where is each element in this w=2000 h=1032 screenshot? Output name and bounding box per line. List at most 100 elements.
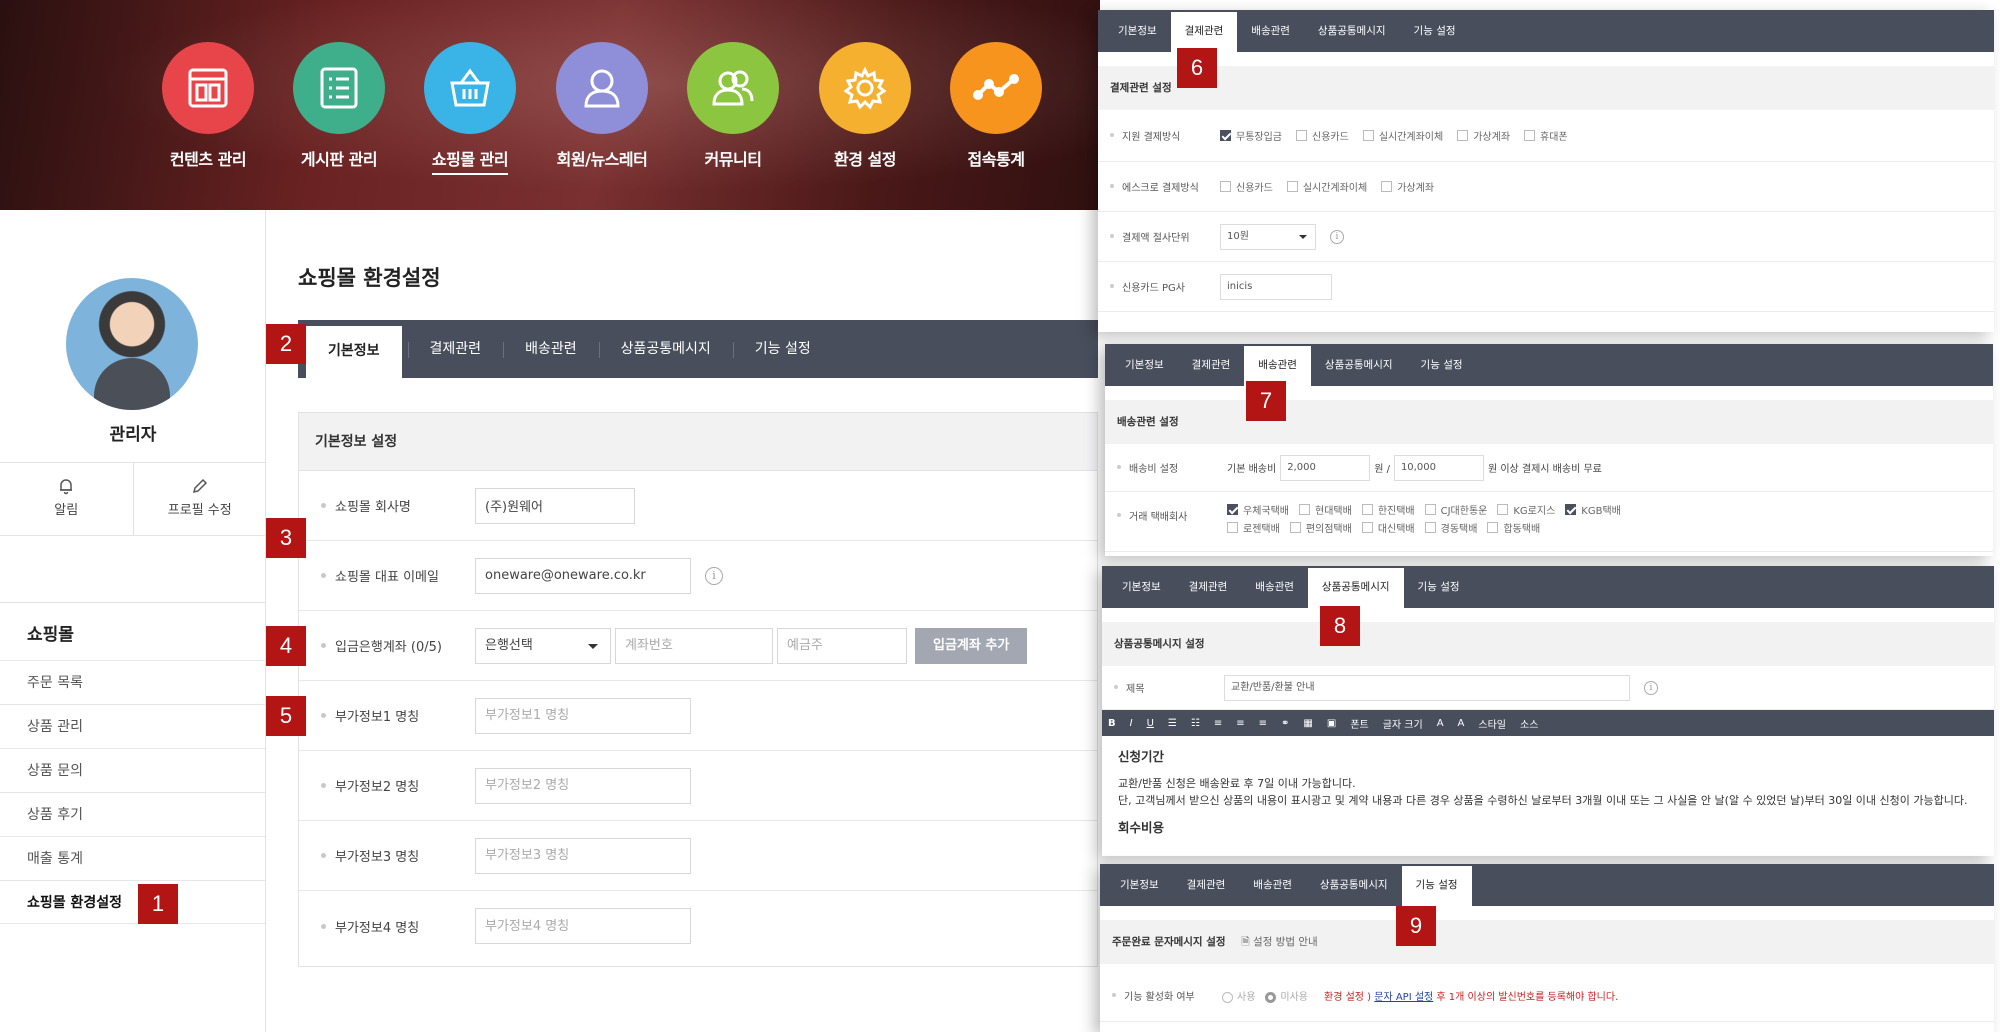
tab-shipping[interactable]: 배송관련 — [1241, 566, 1308, 608]
checkbox[interactable]: 실시간계좌이체 — [1362, 128, 1443, 143]
sidebar-item-reviews[interactable]: 상품 후기 — [0, 792, 266, 836]
align-left-icon[interactable]: ≡ — [1214, 718, 1222, 729]
extra-info-input[interactable] — [475, 837, 691, 874]
email-input[interactable] — [475, 557, 691, 594]
checkbox[interactable]: CJ대한통운 — [1424, 502, 1487, 517]
ordered-list-icon[interactable]: ☰ — [1168, 718, 1177, 729]
bg-color-button[interactable]: A — [1458, 718, 1465, 729]
tab-shipping[interactable]: 배송관련 — [503, 320, 599, 378]
tab-basic-info[interactable]: 기본정보 — [1104, 10, 1171, 52]
guide-link[interactable]: 🗎 설정 방법 안내 — [1241, 936, 1317, 948]
checkbox[interactable]: 휴대폰 — [1524, 128, 1568, 143]
tab-shipping[interactable]: 배송관련 — [1244, 346, 1311, 386]
add-account-button[interactable]: 입금계좌 추가 — [915, 627, 1028, 664]
tab-payment[interactable]: 결제관련 — [1178, 344, 1245, 386]
link-icon[interactable]: ⚭ — [1281, 718, 1289, 729]
tab-features[interactable]: 기능 설정 — [1401, 866, 1472, 906]
tab-basic-info[interactable]: 기본정보 — [306, 326, 402, 378]
tab-common-message[interactable]: 상품공통메시지 — [1304, 10, 1400, 52]
sidebar-item-inquiries[interactable]: 상품 문의 — [0, 748, 266, 792]
sidebar-item-orders[interactable]: 주문 목록 — [0, 660, 266, 704]
table-icon[interactable]: ▦ — [1303, 718, 1312, 729]
editor-body[interactable]: 신청기간 교환/반품 신청은 배송완료 후 7일 이내 가능합니다. 단, 고객… — [1102, 736, 1994, 856]
nav-contents[interactable]: 컨텐츠 관리 — [143, 42, 273, 170]
radio-use[interactable]: 사용 — [1222, 988, 1255, 1003]
tab-shipping[interactable]: 배송관련 — [1239, 864, 1306, 906]
bank-select[interactable]: 은행선택 — [475, 627, 611, 664]
underline-button[interactable]: U — [1147, 718, 1154, 729]
tab-features[interactable]: 기능 설정 — [1407, 344, 1477, 386]
info-icon[interactable]: i — [705, 566, 723, 585]
checkbox[interactable]: 로젠택배 — [1227, 520, 1280, 535]
alarm-button[interactable]: 알림 — [0, 463, 133, 535]
sidebar-item-sales-stats[interactable]: 매출 통계 — [0, 836, 266, 880]
font-select[interactable]: 폰트 — [1350, 716, 1368, 731]
tab-payment[interactable]: 결제관련 — [1175, 566, 1242, 608]
align-right-icon[interactable]: ≡ — [1259, 718, 1267, 729]
checkbox[interactable]: 가상계좌 — [1457, 128, 1510, 143]
nav-board[interactable]: 게시판 관리 — [274, 42, 404, 170]
tab-payment[interactable]: 결제관련 — [1170, 12, 1238, 52]
account-number-input[interactable] — [615, 627, 773, 664]
extra-info-input[interactable] — [475, 767, 691, 804]
checkbox[interactable]: 실시간계좌이체 — [1286, 179, 1367, 194]
tab-basic-info[interactable]: 기본정보 — [1106, 864, 1173, 906]
tab-common-message[interactable]: 상품공통메시지 — [1307, 568, 1404, 608]
checkbox[interactable]: 우체국택배 — [1227, 502, 1289, 517]
account-holder-input[interactable] — [777, 627, 907, 664]
nav-members[interactable]: 회원/뉴스레터 — [537, 42, 667, 170]
subject-input[interactable]: 교환/반품/환불 안내 — [1224, 674, 1630, 701]
company-name-input[interactable] — [475, 487, 635, 524]
checkbox[interactable]: 한진택배 — [1361, 502, 1415, 517]
tab-features[interactable]: 기능 설정 — [732, 320, 833, 378]
extra-info-input[interactable] — [475, 908, 691, 944]
radio-not-use[interactable]: 미사용 — [1265, 988, 1308, 1003]
align-center-icon[interactable]: ≡ — [1236, 718, 1244, 729]
font-size-select[interactable]: 글자 크기 — [1383, 716, 1423, 731]
checkbox[interactable]: 대신택배 — [1361, 520, 1415, 535]
checkbox[interactable]: KGB택배 — [1565, 502, 1621, 517]
nav-shop[interactable]: 쇼핑몰 관리 — [405, 42, 535, 175]
checkbox[interactable]: 편의점택배 — [1289, 520, 1352, 535]
free-threshold-input[interactable]: 10,000 — [1393, 454, 1484, 481]
bold-button[interactable]: B — [1108, 718, 1116, 729]
text-color-button[interactable]: A — [1437, 718, 1444, 729]
tab-payment[interactable]: 결제관련 — [407, 320, 504, 378]
tab-basic-info[interactable]: 기본정보 — [1108, 566, 1175, 608]
tab-payment[interactable]: 결제관련 — [1173, 864, 1240, 906]
sidebar-item-shop-settings[interactable]: 쇼핑몰 환경설정 — [0, 880, 266, 924]
extra-info-input[interactable] — [475, 697, 691, 734]
nav-stats[interactable]: 접속통계 — [931, 42, 1061, 170]
tab-basic-info[interactable]: 기본정보 — [1111, 344, 1178, 386]
checkbox[interactable]: 경동택배 — [1424, 520, 1477, 535]
nav-community[interactable]: 커뮤니티 — [668, 42, 798, 170]
tab-features[interactable]: 기능 설정 — [1400, 10, 1470, 52]
bullet-list-icon[interactable]: ☷ — [1191, 718, 1200, 729]
tab-common-message[interactable]: 상품공통메시지 — [598, 320, 733, 378]
sidebar-item-products[interactable]: 상품 관리 — [0, 704, 266, 748]
tab-common-message[interactable]: 상품공통메시지 — [1306, 864, 1402, 906]
checkbox[interactable]: 신용카드 — [1220, 179, 1273, 194]
nav-settings[interactable]: 환경 설정 — [800, 42, 930, 170]
source-button[interactable]: 소스 — [1520, 716, 1538, 731]
tab-shipping[interactable]: 배송관련 — [1237, 10, 1304, 52]
checkbox[interactable]: KG로지스 — [1497, 502, 1555, 517]
style-select[interactable]: 스타일 — [1478, 716, 1506, 731]
info-icon[interactable]: i — [1644, 680, 1658, 695]
checkbox[interactable]: 가상계좌 — [1381, 179, 1434, 194]
sms-api-link[interactable]: 문자 API 설정 — [1374, 992, 1433, 1003]
pg-input[interactable]: inicis — [1220, 273, 1332, 300]
info-icon[interactable]: i — [1330, 229, 1344, 244]
image-icon[interactable]: ▣ — [1327, 718, 1336, 729]
form-row: 부가정보3 명칭 — [299, 821, 1097, 891]
base-fee-input[interactable]: 2,000 — [1280, 454, 1371, 481]
italic-button[interactable]: I — [1130, 718, 1133, 729]
edit-profile-button[interactable]: 프로필 수정 — [132, 463, 267, 535]
tab-features[interactable]: 기능 설정 — [1404, 566, 1474, 608]
checkbox[interactable]: 현대택배 — [1299, 502, 1352, 517]
checkbox[interactable]: 무통장입금 — [1220, 128, 1282, 143]
checkbox[interactable]: 합동택배 — [1487, 520, 1540, 535]
tab-common-message[interactable]: 상품공통메시지 — [1311, 344, 1407, 386]
checkbox[interactable]: 신용카드 — [1296, 128, 1349, 143]
rounding-select[interactable]: 10원 — [1220, 223, 1316, 250]
